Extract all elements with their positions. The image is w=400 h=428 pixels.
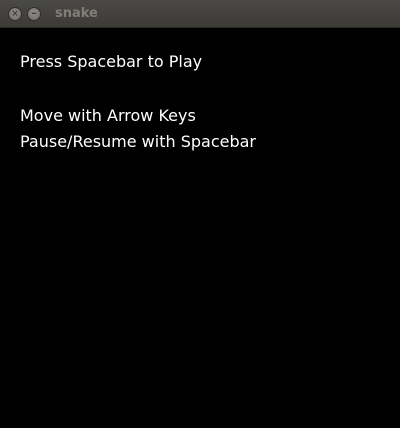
instruction-pause: Pause/Resume with Spacebar <box>20 132 257 151</box>
start-prompt: Press Spacebar to Play <box>20 52 203 71</box>
window-title: snake <box>55 6 98 21</box>
minimize-icon[interactable]: – <box>27 7 41 21</box>
game-canvas[interactable]: Press Spacebar to Play Move with Arrow K… <box>0 28 400 428</box>
instruction-move: Move with Arrow Keys <box>20 106 196 125</box>
game-window: × – snake Press Spacebar to Play Move wi… <box>0 0 400 428</box>
title-bar[interactable]: × – snake <box>0 0 400 28</box>
close-icon[interactable]: × <box>8 7 22 21</box>
